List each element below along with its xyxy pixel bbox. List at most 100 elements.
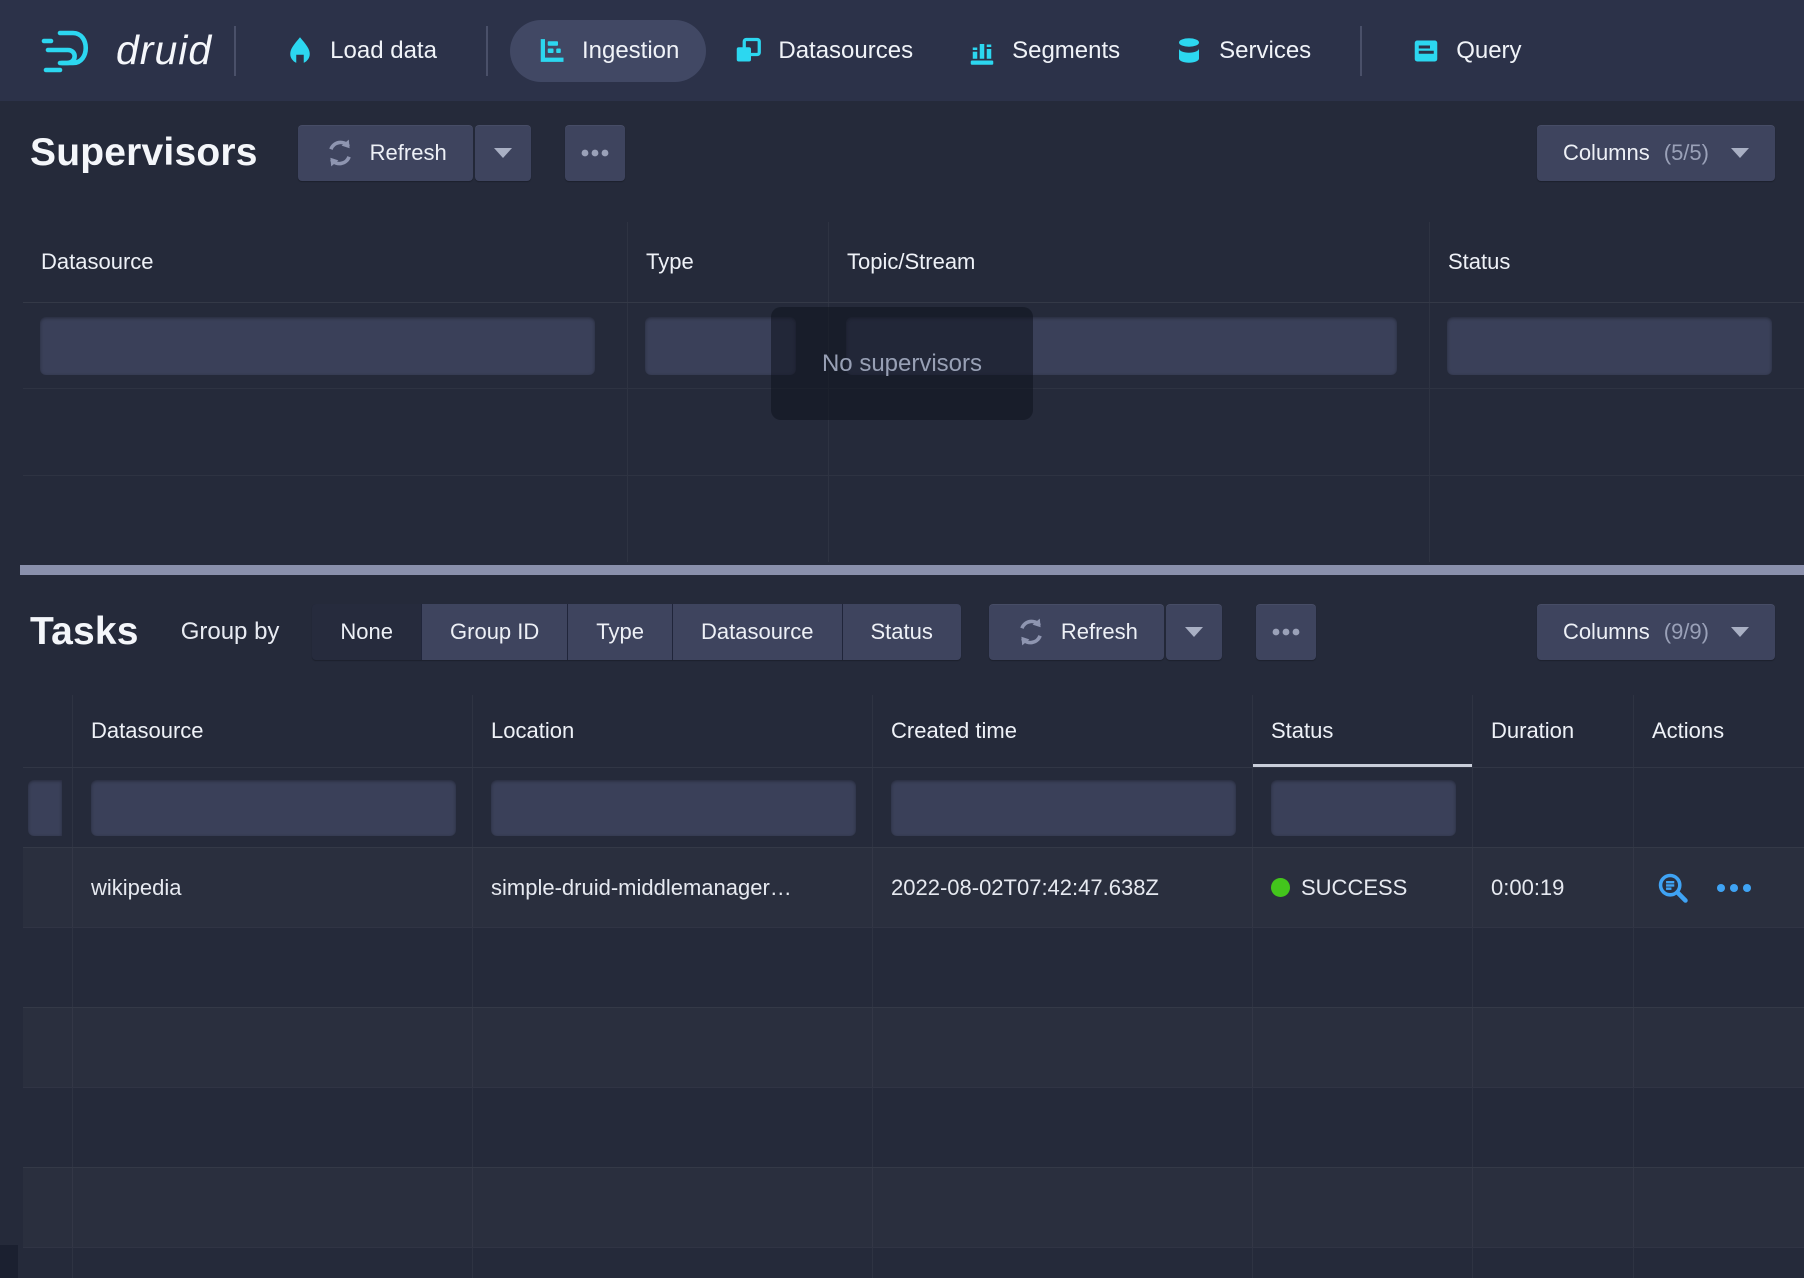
tasks-toolbar: Tasks Group by None Group ID Type Dataso… — [30, 601, 1775, 663]
nav-item-label: Ingestion — [582, 37, 679, 65]
more-icon — [1271, 627, 1301, 637]
filter-created-time-input[interactable] — [891, 780, 1236, 836]
filter-task-id-input[interactable] — [28, 780, 62, 836]
upload-icon — [285, 36, 315, 66]
nav-divider — [1360, 26, 1362, 76]
task-datasource: wikipedia — [73, 848, 473, 927]
empty-table-row — [23, 927, 1804, 1007]
druid-logo[interactable]: druid — [38, 26, 212, 76]
nav-divider — [234, 26, 236, 76]
group-by-label: Group by — [181, 618, 280, 646]
brand-wordmark: druid — [116, 27, 212, 74]
database-icon — [1174, 36, 1204, 66]
header-created-time[interactable]: Created time — [873, 695, 1253, 767]
chevron-down-icon — [1731, 148, 1749, 158]
bar-chart-icon — [967, 36, 997, 66]
chevron-down-icon — [494, 148, 512, 158]
header-status-sorted[interactable]: Status — [1253, 695, 1473, 767]
supervisors-table: Datasource Type Topic/Stream Status No s… — [23, 222, 1804, 562]
task-location: simple-druid-middlemanager… — [473, 848, 873, 927]
vertical-scrollbar-stub[interactable] — [0, 1245, 18, 1278]
task-created-time: 2022-08-02T07:42:47.638Z — [873, 848, 1253, 927]
columns-label: Columns — [1563, 140, 1650, 166]
tasks-refresh-interval-caret[interactable] — [1166, 604, 1222, 660]
supervisors-columns-button[interactable]: Columns (5/5) — [1537, 125, 1775, 181]
header-topic-stream[interactable]: Topic/Stream — [829, 222, 1430, 302]
header-status-label: Status — [1271, 718, 1333, 744]
tasks-columns-button[interactable]: Columns (9/9) — [1537, 604, 1775, 660]
tasks-more-button[interactable] — [1256, 604, 1316, 660]
nav-item-load-data[interactable]: Load data — [258, 20, 464, 82]
more-icon — [580, 148, 610, 158]
header-actions[interactable]: Actions — [1634, 695, 1804, 767]
group-by-datasource-button[interactable]: Datasource — [673, 604, 842, 660]
tasks-filter-row — [23, 767, 1804, 847]
nav-item-label: Load data — [330, 37, 437, 65]
group-by-segmented-control: None Group ID Type Datasource Status — [312, 604, 960, 660]
nav-item-datasources[interactable]: Datasources — [706, 20, 940, 82]
task-duration: 0:00:19 — [1473, 848, 1634, 927]
header-collapsed-column[interactable] — [23, 695, 73, 767]
supervisors-refresh-interval-caret[interactable] — [475, 125, 531, 181]
header-location[interactable]: Location — [473, 695, 873, 767]
supervisors-title: Supervisors — [30, 131, 258, 175]
tasks-refresh-button[interactable]: Refresh — [989, 604, 1164, 660]
success-status-dot — [1271, 878, 1290, 897]
nav-item-label: Query — [1456, 37, 1521, 65]
empty-table-row — [23, 1247, 1804, 1278]
filter-location-input[interactable] — [491, 780, 856, 836]
filter-datasource-input[interactable] — [40, 317, 595, 375]
supervisors-refresh-button[interactable]: Refresh — [298, 125, 473, 181]
empty-table-row — [23, 1087, 1804, 1167]
columns-label: Columns — [1563, 619, 1650, 645]
chevron-down-icon — [1185, 627, 1203, 637]
top-navbar: druid Load data Ingestion — [0, 0, 1804, 101]
supervisors-more-button[interactable] — [565, 125, 625, 181]
query-editor-icon — [1411, 36, 1441, 66]
view-task-detail-icon[interactable] — [1656, 871, 1690, 905]
group-by-status-button[interactable]: Status — [843, 604, 961, 660]
header-type[interactable]: Type — [628, 222, 829, 302]
group-by-type-button[interactable]: Type — [568, 604, 672, 660]
empty-table-row — [23, 1167, 1804, 1247]
nav-item-label: Datasources — [778, 37, 913, 65]
no-supervisors-message: No supervisors — [771, 307, 1033, 420]
nav-item-ingestion[interactable]: Ingestion — [510, 20, 706, 82]
layers-icon — [733, 36, 763, 66]
header-status[interactable]: Status — [1430, 222, 1804, 302]
filter-status-input[interactable] — [1447, 317, 1772, 375]
header-duration[interactable]: Duration — [1473, 695, 1634, 767]
filter-status-input[interactable] — [1271, 780, 1456, 836]
nav-item-label: Services — [1219, 37, 1311, 65]
refresh-icon — [1015, 616, 1047, 648]
tasks-header-row: Datasource Location Created time Status … — [23, 695, 1804, 767]
task-actions-menu-icon[interactable] — [1717, 884, 1751, 892]
columns-count: (5/5) — [1664, 140, 1709, 166]
nav-divider — [486, 26, 488, 76]
supervisors-header-row: Datasource Type Topic/Stream Status — [23, 222, 1804, 302]
status-badge: SUCCESS — [1301, 875, 1407, 901]
filter-datasource-input[interactable] — [91, 780, 456, 836]
columns-count: (9/9) — [1664, 619, 1709, 645]
nav-item-services[interactable]: Services — [1147, 20, 1338, 82]
gantt-chart-icon — [537, 36, 567, 66]
refresh-label: Refresh — [370, 140, 447, 166]
group-by-none-button[interactable]: None — [312, 604, 421, 660]
druid-logo-icon — [38, 26, 100, 76]
empty-table-row — [23, 475, 1804, 562]
nav-item-label: Segments — [1012, 37, 1120, 65]
refresh-label: Refresh — [1061, 619, 1138, 645]
supervisors-toolbar: Supervisors Refresh — [30, 122, 1775, 184]
refresh-icon — [324, 137, 356, 169]
task-actions — [1634, 848, 1804, 927]
nav-item-segments[interactable]: Segments — [940, 20, 1147, 82]
nav-item-query[interactable]: Query — [1384, 20, 1548, 82]
header-datasource[interactable]: Datasource — [73, 695, 473, 767]
supervisors-horizontal-scrollbar[interactable] — [20, 565, 1804, 575]
header-datasource[interactable]: Datasource — [23, 222, 628, 302]
task-row-wikipedia: wikipedia simple-druid-middlemanager… 20… — [23, 847, 1804, 927]
chevron-down-icon — [1731, 627, 1749, 637]
tasks-table: Datasource Location Created time Status … — [23, 695, 1804, 1278]
task-status: SUCCESS — [1253, 848, 1473, 927]
group-by-group-id-button[interactable]: Group ID — [422, 604, 567, 660]
